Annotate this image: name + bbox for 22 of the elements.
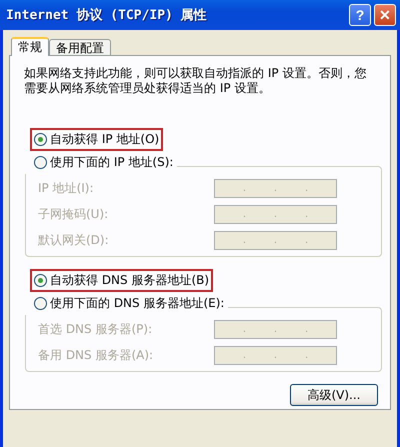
description-text: 如果网络支持此功能，则可以获取自动指派的 IP 设置。否则，您需要从网络系统管理员处获得适当的 IP 设置。 bbox=[24, 66, 368, 96]
radio-button[interactable] bbox=[34, 133, 47, 146]
field-label: 备用 DNS 服务器(A): bbox=[38, 347, 154, 364]
radio-button[interactable] bbox=[34, 297, 47, 310]
help-button[interactable]: ? bbox=[349, 4, 371, 26]
tab[interactable]: 备用配置 bbox=[49, 39, 111, 55]
field-label: 首选 DNS 服务器(P): bbox=[38, 321, 152, 338]
radio-label[interactable]: 使用下面的 DNS 服务器地址(E): bbox=[50, 295, 224, 312]
field-label: IP 地址(I): bbox=[38, 180, 94, 197]
radio-button[interactable] bbox=[34, 274, 47, 287]
field-label: 默认网关(D): bbox=[38, 232, 109, 249]
advanced-button[interactable]: 高级(V)... bbox=[290, 384, 378, 406]
radio-label[interactable]: 使用下面的 IP 地址(S): bbox=[50, 154, 174, 171]
radio-label[interactable]: 自动获得 IP 地址(O) bbox=[50, 131, 160, 148]
radio-option[interactable]: 使用下面的 IP 地址(S): bbox=[30, 151, 178, 174]
radio-option[interactable]: 使用下面的 DNS 服务器地址(E): bbox=[30, 292, 228, 315]
field-label: 子网掩码(U): bbox=[38, 206, 108, 223]
tab[interactable]: 常规 bbox=[11, 37, 49, 56]
radio-label[interactable]: 自动获得 DNS 服务器地址(B) bbox=[50, 272, 210, 289]
radio-button[interactable] bbox=[34, 156, 47, 169]
window-title: Internet 协议 (TCP/IP) 属性 bbox=[6, 6, 208, 24]
close-button[interactable]: ✕ bbox=[374, 4, 396, 26]
